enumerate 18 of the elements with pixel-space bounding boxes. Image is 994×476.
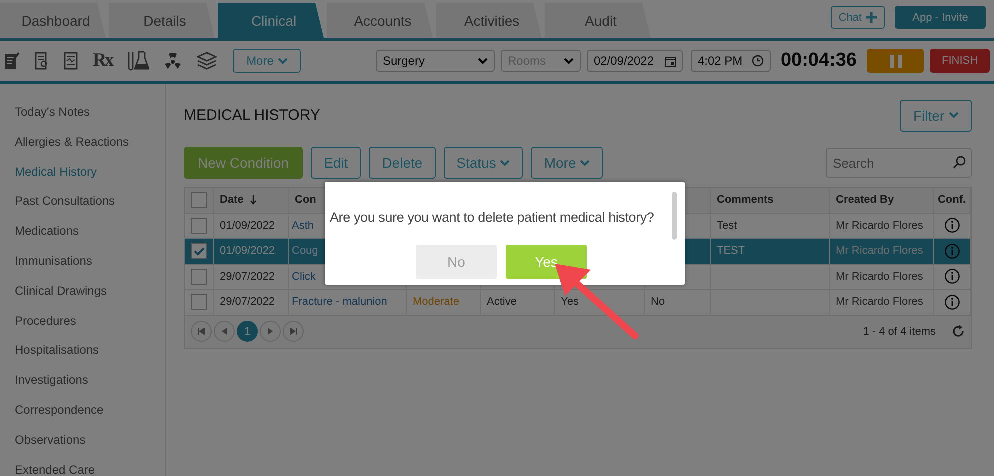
page-title: MEDICAL HISTORY bbox=[184, 107, 320, 124]
creator-cell: Mr Ricardo Flores bbox=[836, 220, 924, 232]
status-cell: Active bbox=[487, 296, 517, 308]
creator-cell: Mr Ricardo Flores bbox=[836, 245, 924, 258]
date-cell: 29/07/2022 bbox=[220, 296, 276, 308]
pager-summary: 1 - 4 of 4 items bbox=[863, 326, 936, 338]
timer: 00:04:36 bbox=[780, 50, 857, 72]
table-cell: No bbox=[651, 296, 666, 308]
creator-cell: Mr Ricardo Flores bbox=[836, 270, 924, 283]
severity-cell: Moderate bbox=[413, 296, 460, 308]
date-cell: 29/07/2022 bbox=[220, 270, 276, 283]
dialog-message: Are you sure you want to delete patient medical history? bbox=[329, 209, 656, 225]
comments-cell: TEST bbox=[717, 245, 746, 258]
table-cell: Yes bbox=[561, 296, 579, 308]
comments-cell: Test bbox=[717, 220, 738, 232]
date-cell: 01/09/2022 bbox=[220, 220, 276, 232]
creator-cell: Mr Ricardo Flores bbox=[836, 296, 924, 308]
date-cell: 01/09/2022 bbox=[220, 245, 276, 258]
